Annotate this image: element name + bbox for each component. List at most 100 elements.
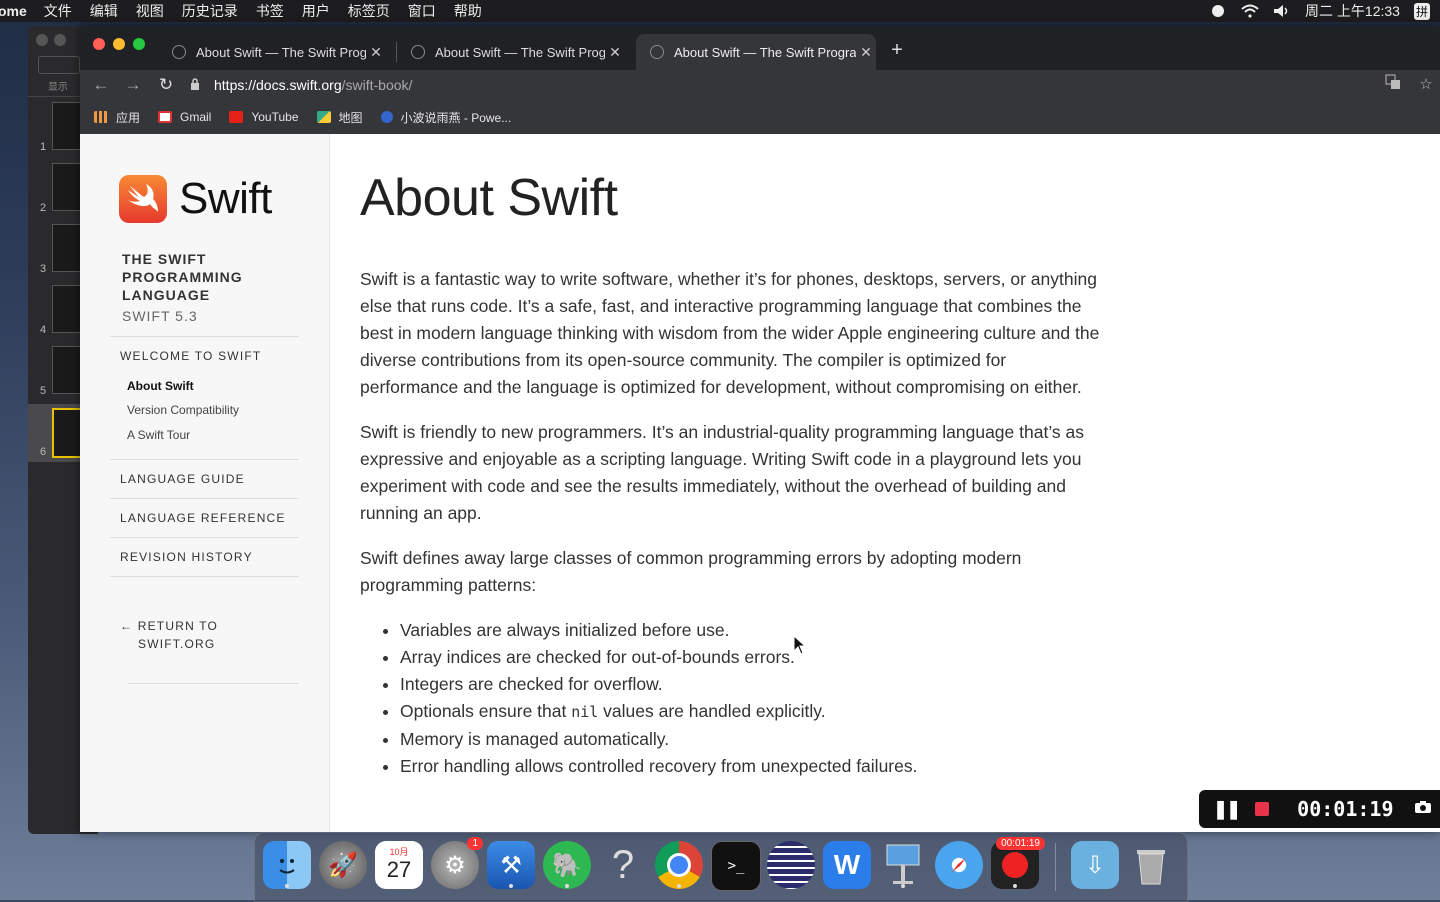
sidebar-toggle-icon[interactable]	[38, 56, 80, 74]
notification-badge: 1	[467, 837, 483, 850]
bookmark-apps[interactable]: 应用	[94, 109, 140, 126]
bookmarks-bar: 应用 Gmail YouTube 地图 小波说雨燕 - Powe...	[80, 100, 1440, 135]
paragraph: Swift is friendly to new programmers. It…	[360, 422, 1084, 523]
nav-section-language-guide[interactable]: LANGUAGE GUIDE	[120, 472, 245, 486]
slide-number: 4	[40, 324, 47, 336]
view-label: 显示	[48, 82, 68, 93]
menu-view[interactable]: 视图	[127, 1, 173, 21]
nav-section-language-reference[interactable]: LANGUAGE REFERENCE	[120, 511, 286, 525]
nav-item-about-swift[interactable]: About Swift	[127, 379, 194, 393]
menu-people[interactable]: 用户	[293, 1, 339, 21]
calendar-icon[interactable]: 10月 27	[375, 841, 423, 889]
globe-icon	[172, 45, 186, 59]
paragraph: Swift defines away large classes of comm…	[360, 548, 1022, 595]
browser-tab-active[interactable]: About Swift — The Swift Programming Lang…	[636, 34, 876, 70]
return-label-line2: SWIFT.ORG	[138, 637, 216, 651]
globe-icon	[411, 45, 425, 59]
slide-number: 1	[40, 141, 47, 153]
swift-logo[interactable]: Swift	[119, 174, 272, 224]
nav-item-version-compatibility[interactable]: Version Compatibility	[127, 403, 239, 417]
list-item: Variables are always initialized before …	[400, 617, 1100, 644]
bookmark-xiaobo[interactable]: 小波说雨燕 - Powe...	[380, 109, 512, 126]
address-bar[interactable]: https://docs.swift.org/swift-book/	[190, 70, 1370, 100]
input-method-indicator[interactable]: 拼	[1413, 2, 1430, 20]
chrome-icon[interactable]	[655, 841, 703, 889]
volume-icon[interactable]	[1273, 4, 1291, 18]
calendar-day: 27	[386, 857, 412, 882]
minimize-window-button[interactable]	[113, 38, 125, 50]
trash-icon[interactable]	[1127, 841, 1175, 889]
book-version: SWIFT 5.3	[122, 308, 198, 324]
bookmark-maps[interactable]: 地图	[316, 109, 363, 126]
menu-help[interactable]: 帮助	[445, 1, 491, 21]
recording-badge: 00:01:19	[996, 837, 1045, 850]
finder-icon[interactable]	[263, 841, 311, 889]
return-to-swift-org-link[interactable]: ← RETURN TO SWIFT.ORG	[120, 617, 218, 653]
paragraph: Swift is a fantastic way to write softwa…	[360, 269, 1100, 397]
help-question-icon[interactable]: ?	[599, 841, 647, 889]
evernote-icon[interactable]: 🐘	[543, 841, 591, 889]
bookmark-youtube[interactable]: YouTube	[229, 110, 299, 124]
close-tab-icon[interactable]: ✕	[605, 44, 625, 61]
logo-text: Swift	[179, 174, 272, 223]
menu-bar: ome 文件 编辑 视图 历史记录 书签 用户 标签页 窗口 帮助 周二 上午1…	[0, 0, 1440, 22]
nav-item-swift-tour[interactable]: A Swift Tour	[127, 428, 190, 442]
safari-icon[interactable]	[935, 841, 983, 889]
list-item: Optionals ensure that nil values are han…	[400, 698, 1100, 726]
url-path: /swift-book/	[341, 77, 413, 93]
doc-sidebar: Swift THE SWIFT PROGRAMMING LANGUAGE SWI…	[80, 134, 330, 832]
swift-bird-icon	[119, 175, 167, 223]
site-favicon-icon	[380, 111, 393, 123]
browser-tab[interactable]: About Swift — The Swift Programming Lang…	[158, 34, 386, 70]
terminal-icon[interactable]: >_	[711, 841, 761, 891]
reload-icon[interactable]: ↻	[155, 74, 177, 96]
evernote-status-icon[interactable]	[1209, 4, 1227, 18]
app-menu[interactable]: ome	[0, 3, 35, 19]
new-tab-button[interactable]: +	[883, 36, 911, 64]
camera-icon[interactable]	[1414, 800, 1432, 818]
browser-toolbar: ← → ↻ https://docs.swift.org/swift-book/…	[80, 70, 1440, 100]
menu-clock[interactable]: 周二 上午12:33	[1305, 1, 1400, 21]
wps-writer-icon[interactable]: W	[823, 841, 871, 889]
article: About Swift Swift is a fantastic way to …	[360, 134, 1100, 780]
lock-icon[interactable]	[190, 77, 200, 93]
browser-window: About Swift — The Swift Programming Lang…	[80, 26, 1440, 832]
menu-tab[interactable]: 标签页	[339, 1, 399, 21]
pause-icon[interactable]: ❚❚	[1213, 799, 1241, 820]
translate-icon[interactable]	[1382, 74, 1404, 96]
nav-section-revision-history[interactable]: REVISION HISTORY	[120, 550, 253, 564]
slide-number: 2	[40, 202, 47, 214]
eclipse-icon[interactable]	[767, 841, 815, 889]
close-tab-icon[interactable]: ✕	[856, 44, 876, 61]
screen-recorder-icon[interactable]: 00:01:19	[991, 837, 1045, 889]
web-page: Swift THE SWIFT PROGRAMMING LANGUAGE SWI…	[80, 134, 1440, 832]
nav-section-welcome[interactable]: WELCOME TO SWIFT	[120, 349, 261, 363]
bookmark-label: Gmail	[180, 110, 212, 124]
menu-file[interactable]: 文件	[35, 1, 81, 21]
bookmark-label: 小波说雨燕 - Powe...	[400, 110, 512, 125]
return-label-line1: ← RETURN TO	[120, 619, 219, 633]
xcode-icon[interactable]: ⚒	[487, 841, 535, 889]
launchpad-icon[interactable]: 🚀	[319, 841, 367, 889]
stop-record-button[interactable]	[1255, 802, 1270, 816]
wifi-icon[interactable]	[1241, 4, 1259, 18]
back-arrow-icon[interactable]: ←	[90, 74, 112, 96]
bookmark-star-icon[interactable]: ☆	[1415, 74, 1437, 96]
menu-bookmarks[interactable]: 书签	[247, 1, 293, 21]
close-tab-icon[interactable]: ✕	[366, 44, 386, 61]
menu-edit[interactable]: 编辑	[81, 1, 127, 21]
menu-window[interactable]: 窗口	[399, 1, 445, 21]
browser-tab[interactable]: About Swift — The Swift Programming Lang…	[397, 34, 625, 70]
keynote-icon[interactable]	[879, 841, 927, 889]
slide-number: 5	[40, 385, 47, 397]
bookmark-gmail[interactable]: Gmail	[158, 110, 211, 124]
menu-history[interactable]: 历史记录	[173, 1, 247, 21]
system-preferences-icon[interactable]: ⚙ 1	[431, 837, 483, 889]
close-window-button[interactable]	[93, 38, 105, 50]
forward-arrow-icon[interactable]: →	[122, 74, 144, 96]
zoom-window-button[interactable]	[133, 38, 145, 50]
downloads-folder-icon[interactable]: ⇩	[1071, 841, 1119, 889]
globe-icon	[650, 45, 664, 59]
book-title[interactable]: THE SWIFT PROGRAMMING LANGUAGE	[122, 250, 302, 304]
tab-title: About Swift — The Swift Programming Lang…	[196, 44, 366, 60]
